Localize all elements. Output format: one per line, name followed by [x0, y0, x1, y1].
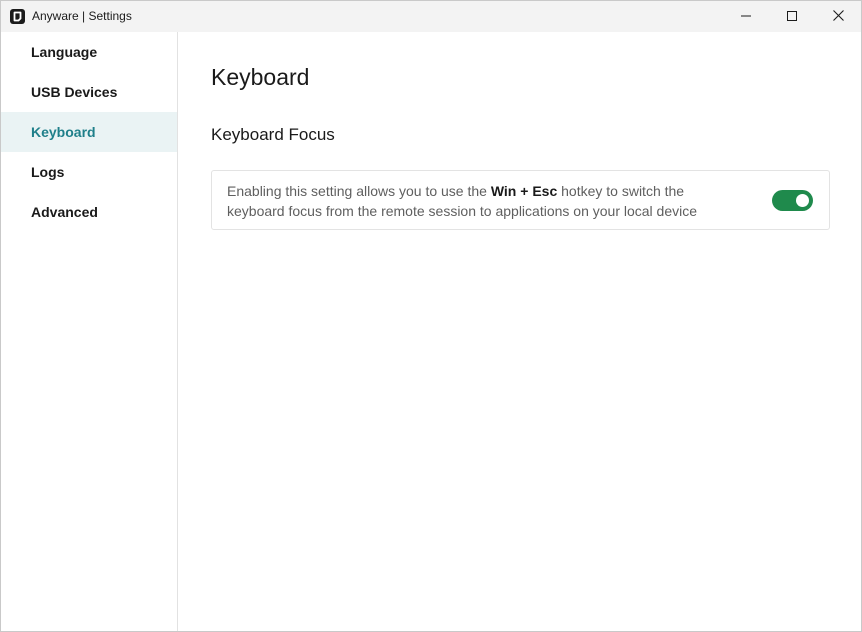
sidebar-item-language[interactable]: Language [1, 32, 177, 72]
sidebar-item-advanced[interactable]: Advanced [1, 192, 177, 232]
settings-sidebar: Language USB Devices Keyboard Logs Advan… [1, 32, 178, 631]
settings-content: Keyboard Keyboard Focus Enabling this se… [179, 32, 861, 631]
title-bar[interactable]: Anyware | Settings [1, 1, 861, 32]
maximize-button[interactable] [769, 1, 815, 32]
section-title: Keyboard Focus [211, 125, 335, 144]
hotkey-label: Win + Esc [490, 183, 558, 199]
setting-description-prefix: Enabling this setting allows you to use … [227, 183, 491, 199]
setting-description: Enabling this setting allows you to use … [227, 181, 737, 221]
sidebar-item-label: Language [31, 44, 98, 60]
close-icon [832, 8, 844, 26]
keyboard-focus-toggle[interactable] [772, 190, 813, 211]
sidebar-item-label: Keyboard [31, 124, 96, 140]
settings-window: Anyware | Settings Language USB Devices … [0, 0, 862, 632]
maximize-icon [787, 8, 797, 26]
sidebar-item-label: USB Devices [31, 84, 118, 100]
sidebar-item-label: Logs [31, 164, 65, 180]
sidebar-item-logs[interactable]: Logs [1, 152, 177, 192]
anyware-logo-icon [10, 9, 25, 24]
sidebar-item-usb-devices[interactable]: USB Devices [1, 72, 177, 112]
keyboard-focus-setting-card: Enabling this setting allows you to use … [211, 170, 830, 230]
toggle-knob [796, 194, 809, 207]
page-title: Keyboard [211, 64, 310, 90]
minimize-icon [741, 8, 751, 26]
minimize-button[interactable] [723, 1, 769, 32]
sidebar-item-keyboard[interactable]: Keyboard [1, 112, 177, 152]
close-button[interactable] [815, 1, 861, 32]
window-title: Anyware | Settings [32, 9, 132, 23]
sidebar-item-label: Advanced [31, 204, 98, 220]
